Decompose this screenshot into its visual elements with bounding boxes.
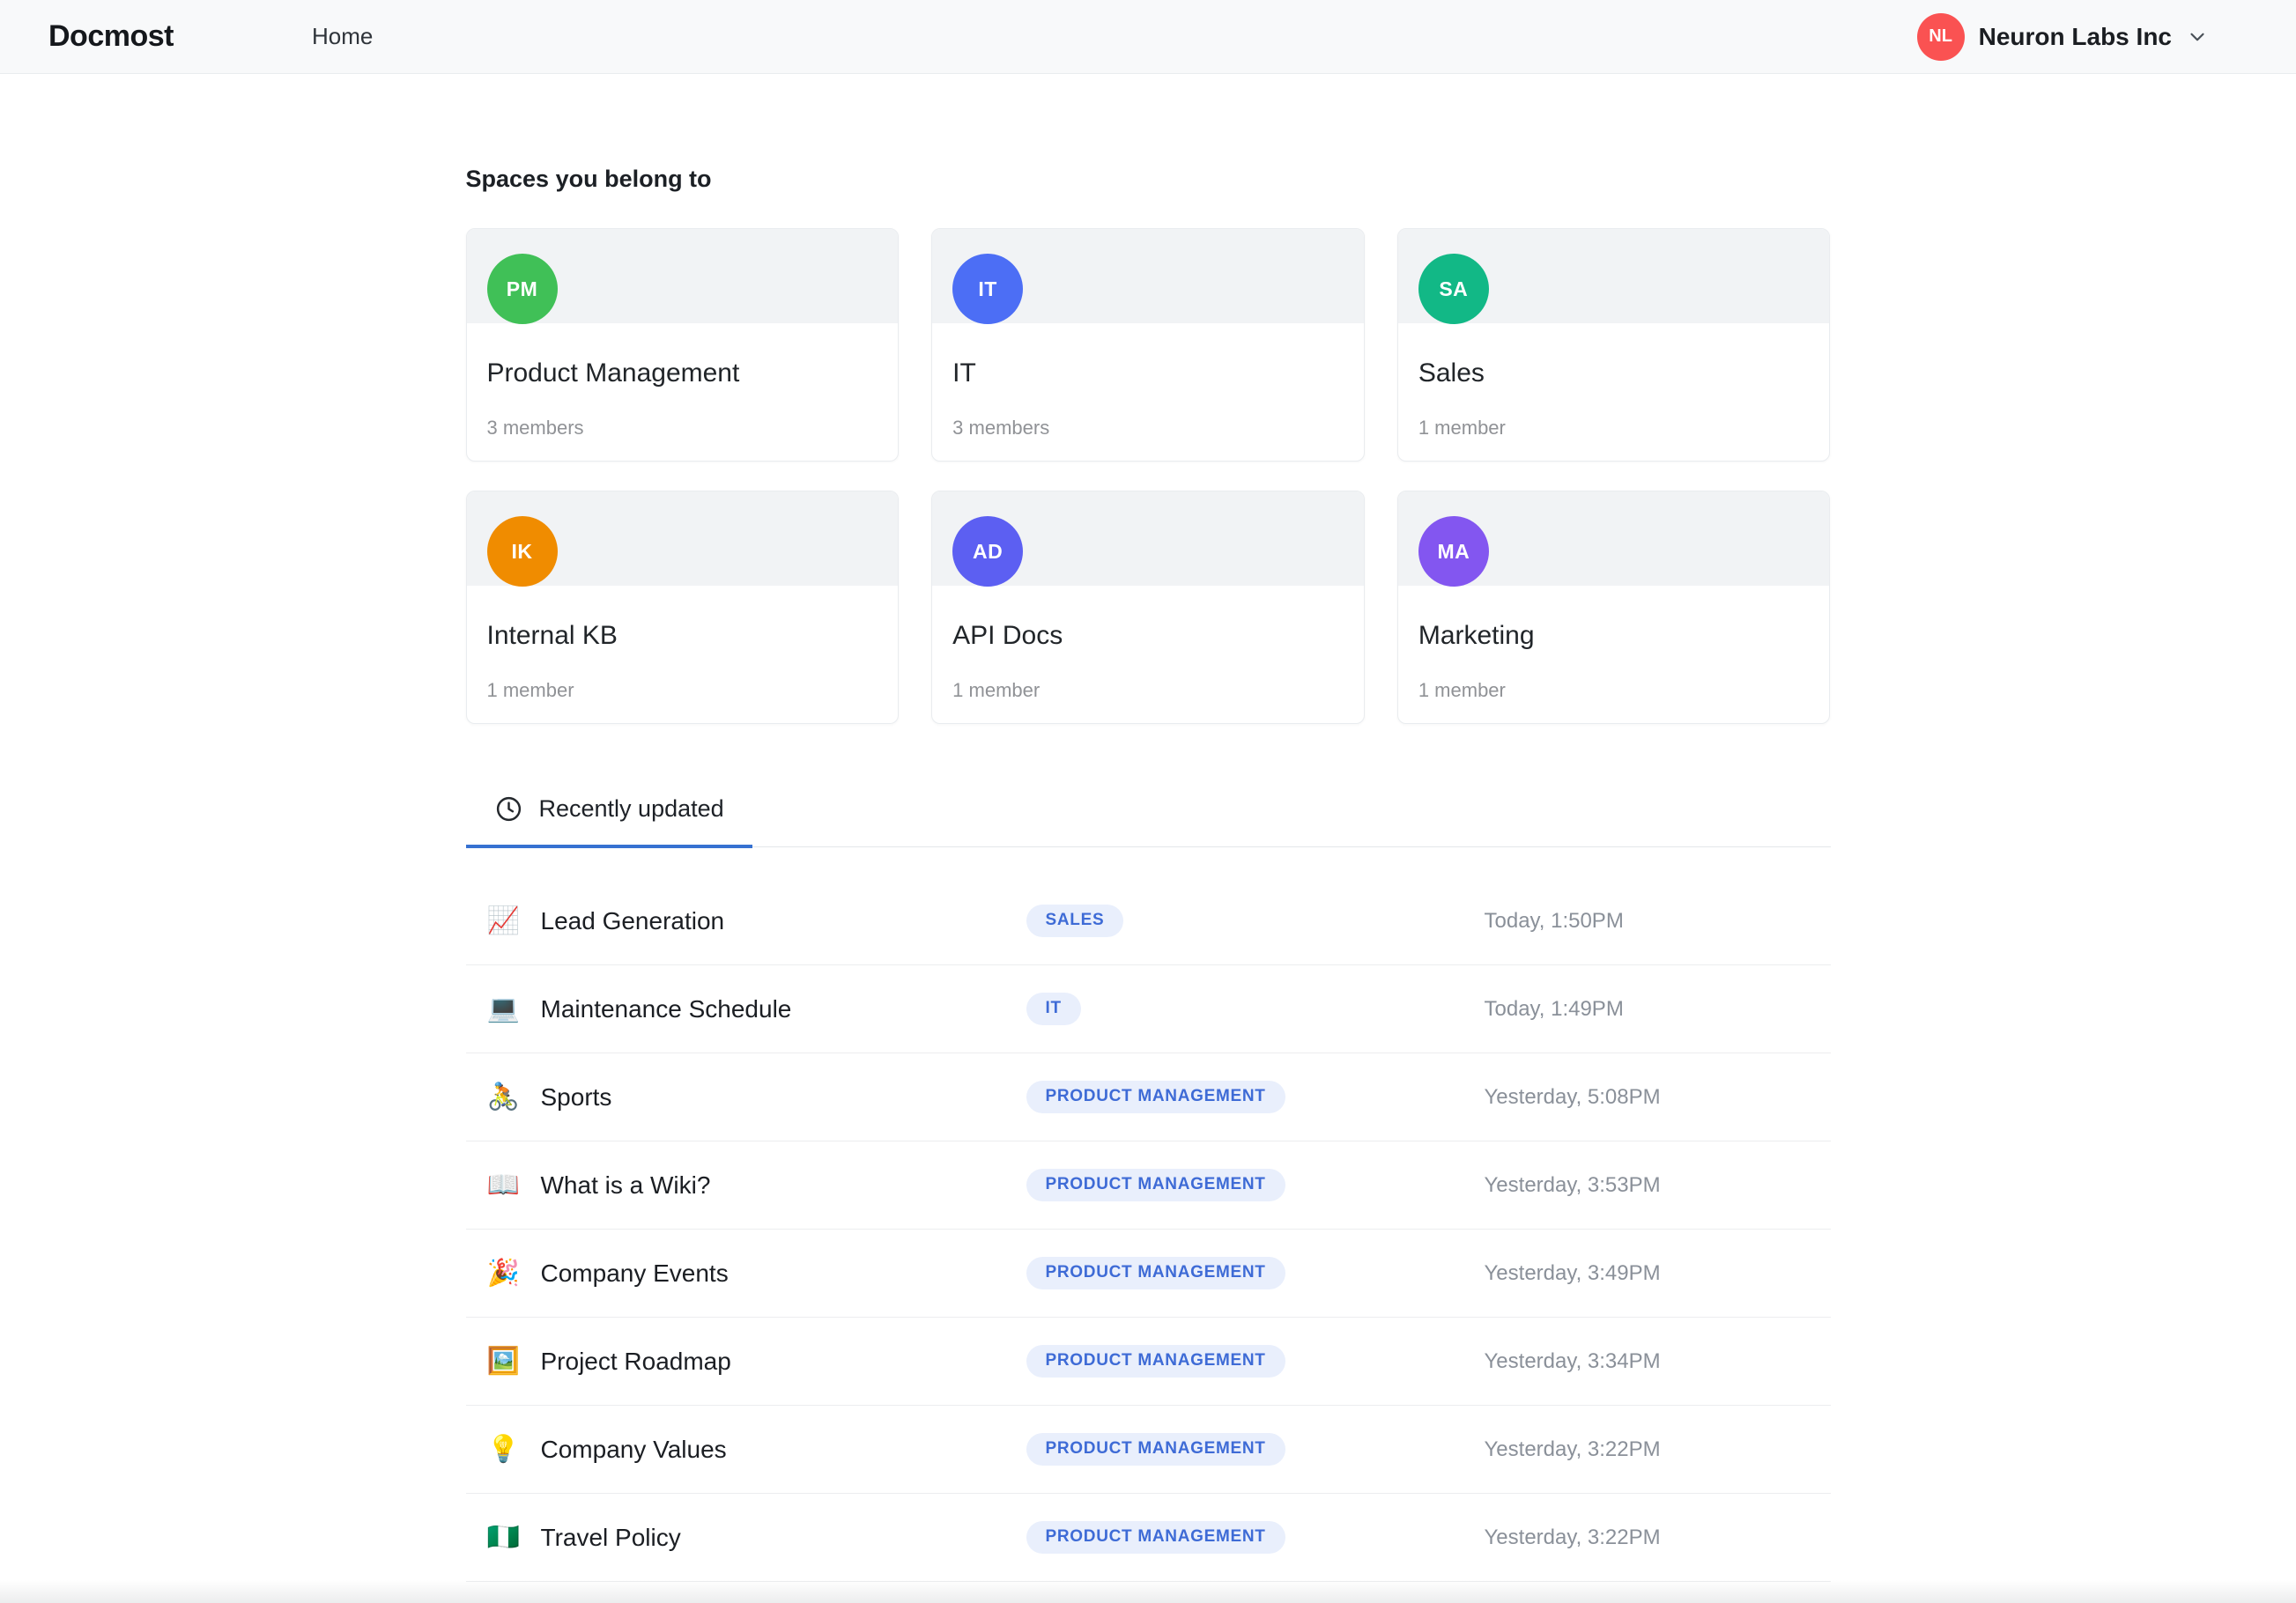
clock-icon xyxy=(494,794,523,824)
space-card-api-docs[interactable]: AD API Docs 1 member xyxy=(931,491,1365,724)
tabs-bar: Recently updated xyxy=(465,782,1831,848)
page-updated-time: Yesterday, 3:49PM xyxy=(1484,1260,1661,1285)
workspace-avatar: NL xyxy=(1916,12,1965,61)
page-row[interactable]: 🇳🇬 Travel Policy PRODUCT MANAGEMENT Yest… xyxy=(465,1494,1831,1582)
space-badge[interactable]: PRODUCT MANAGEMENT xyxy=(1026,1257,1285,1289)
page-updated-time: Yesterday, 3:53PM xyxy=(1484,1172,1661,1197)
page-title: Maintenance Schedule xyxy=(540,994,792,1023)
space-badge[interactable]: PRODUCT MANAGEMENT xyxy=(1026,1345,1285,1378)
page-emoji-icon: 📖 xyxy=(486,1169,521,1200)
spaces-section-title: Spaces you belong to xyxy=(465,166,712,192)
space-name: Internal KB xyxy=(486,621,618,650)
space-member-count: 1 member xyxy=(952,679,1041,701)
space-avatar: IT xyxy=(952,254,1024,324)
page-updated-time: Yesterday, 3:22PM xyxy=(1484,1525,1661,1549)
space-card-it[interactable]: IT IT 3 members xyxy=(931,228,1365,462)
workspace-name: Neuron Labs Inc xyxy=(1978,22,2172,50)
space-badge[interactable]: SALES xyxy=(1026,905,1124,937)
recently-updated-list: 📈 Lead Generation SALES Today, 1:50PM 💻 … xyxy=(465,877,1831,1582)
page-title: Lead Generation xyxy=(540,906,725,934)
space-card-band: AD xyxy=(932,491,1364,587)
space-member-count: 1 member xyxy=(486,679,574,701)
space-card-sales[interactable]: SA Sales 1 member xyxy=(1396,228,1831,462)
page-row[interactable]: 💻 Maintenance Schedule IT Today, 1:49PM xyxy=(465,965,1831,1053)
space-avatar: SA xyxy=(1418,254,1489,324)
page-updated-time: Today, 1:49PM xyxy=(1484,996,1624,1021)
page-title: Company Events xyxy=(540,1259,729,1287)
main-content: Spaces you belong to PM Product Manageme… xyxy=(465,166,1831,1582)
page-emoji-icon: 🎉 xyxy=(486,1257,521,1289)
page-emoji-icon: 🇳🇬 xyxy=(486,1521,521,1553)
page-row[interactable]: 🎉 Company Events PRODUCT MANAGEMENT Yest… xyxy=(465,1230,1831,1318)
space-badge[interactable]: PRODUCT MANAGEMENT xyxy=(1026,1433,1285,1466)
page-emoji-icon: 🚴 xyxy=(486,1081,521,1112)
space-avatar: IK xyxy=(486,516,558,587)
space-card-marketing[interactable]: MA Marketing 1 member xyxy=(1396,491,1831,724)
page-title: Project Roadmap xyxy=(540,1347,731,1375)
page-row[interactable]: 📖 What is a Wiki? PRODUCT MANAGEMENT Yes… xyxy=(465,1141,1831,1230)
top-bar: Docmost Home NL Neuron Labs Inc xyxy=(0,0,2296,74)
space-card-product-management[interactable]: PM Product Management 3 members xyxy=(465,228,900,462)
space-badge[interactable]: PRODUCT MANAGEMENT xyxy=(1026,1521,1285,1554)
page-emoji-icon: 📈 xyxy=(486,905,521,936)
space-name: IT xyxy=(952,358,976,388)
workspace-switcher[interactable]: NL Neuron Labs Inc xyxy=(1916,12,2209,61)
space-card-band: SA xyxy=(1397,229,1830,324)
page-row[interactable]: 📈 Lead Generation SALES Today, 1:50PM xyxy=(465,877,1831,965)
page-row[interactable]: 🖼️ Project Roadmap PRODUCT MANAGEMENT Ye… xyxy=(465,1318,1831,1406)
page-emoji-icon: 🖼️ xyxy=(486,1345,521,1377)
space-name: API Docs xyxy=(952,621,1063,650)
space-badge[interactable]: PRODUCT MANAGEMENT xyxy=(1026,1081,1285,1113)
page-updated-time: Today, 1:50PM xyxy=(1484,908,1624,933)
page-title: Company Values xyxy=(540,1435,727,1463)
page-row[interactable]: 💡 Company Values PRODUCT MANAGEMENT Yest… xyxy=(465,1406,1831,1494)
page-title: Travel Policy xyxy=(540,1523,681,1551)
page-row[interactable]: 🚴 Sports PRODUCT MANAGEMENT Yesterday, 5… xyxy=(465,1053,1831,1141)
space-avatar: MA xyxy=(1418,516,1489,587)
nav-home[interactable]: Home xyxy=(312,23,373,50)
space-card-band: IK xyxy=(466,491,899,587)
page-updated-time: Yesterday, 3:22PM xyxy=(1484,1437,1661,1461)
page-emoji-icon: 💡 xyxy=(486,1433,521,1465)
page-updated-time: Yesterday, 5:08PM xyxy=(1484,1084,1661,1109)
app-logo[interactable]: Docmost xyxy=(48,19,174,54)
chevron-down-icon xyxy=(2186,26,2209,48)
space-avatar: PM xyxy=(486,254,558,324)
space-member-count: 3 members xyxy=(952,417,1050,439)
space-member-count: 1 member xyxy=(1418,679,1506,701)
space-name: Marketing xyxy=(1418,621,1535,650)
space-name: Sales xyxy=(1418,358,1485,388)
space-card-band: PM xyxy=(466,229,899,324)
space-card-band: IT xyxy=(932,229,1364,324)
space-avatar: AD xyxy=(952,516,1024,587)
tab-label: Recently updated xyxy=(538,795,724,822)
space-member-count: 1 member xyxy=(1418,417,1506,439)
spaces-grid: PM Product Management 3 members IT IT 3 … xyxy=(465,228,1831,724)
space-card-band: MA xyxy=(1397,491,1830,587)
scroll-fade xyxy=(0,1580,2296,1603)
space-name: Product Management xyxy=(486,358,740,388)
space-card-internal-kb[interactable]: IK Internal KB 1 member xyxy=(465,491,900,724)
tab-recently-updated[interactable]: Recently updated xyxy=(465,782,752,848)
space-member-count: 3 members xyxy=(486,417,584,439)
page-emoji-icon: 💻 xyxy=(486,993,521,1024)
space-badge[interactable]: IT xyxy=(1026,993,1081,1025)
page-title: What is a Wiki? xyxy=(540,1171,711,1199)
page-title: Sports xyxy=(540,1082,612,1111)
page-updated-time: Yesterday, 3:34PM xyxy=(1484,1348,1661,1373)
space-badge[interactable]: PRODUCT MANAGEMENT xyxy=(1026,1169,1285,1201)
